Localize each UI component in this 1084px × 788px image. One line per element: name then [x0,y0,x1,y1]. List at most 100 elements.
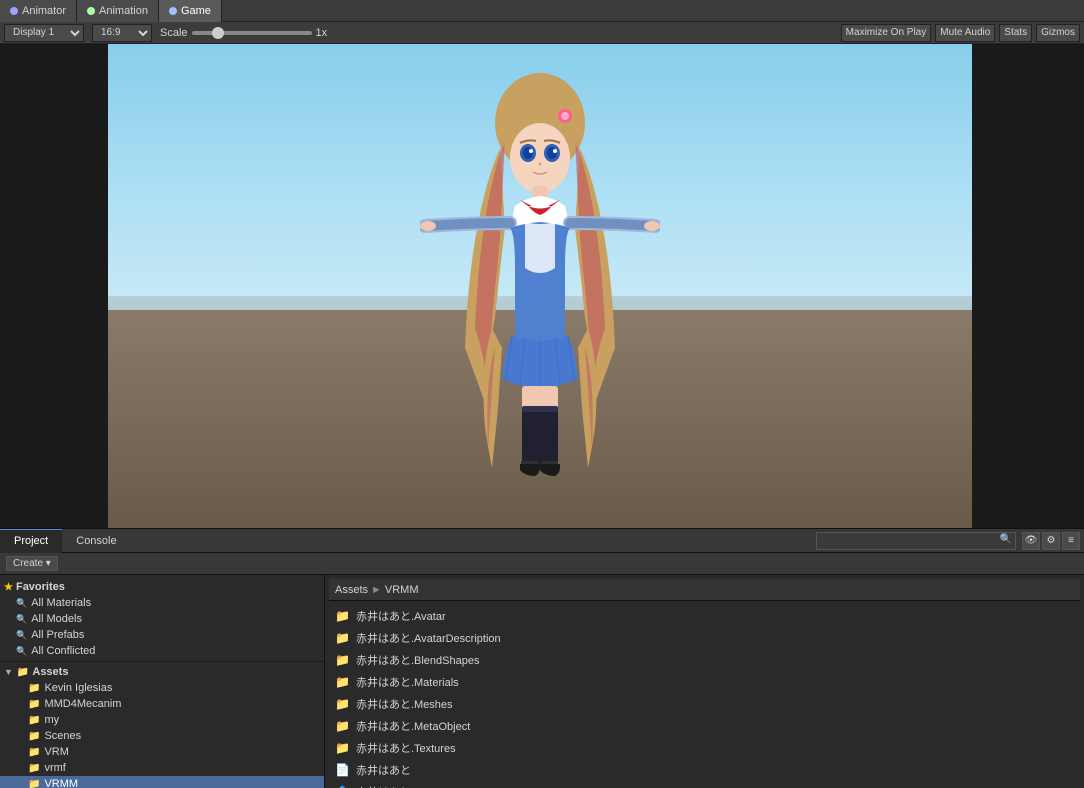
star-icon: ★ [4,582,13,593]
folder-metaobject-icon: 📁 [335,719,350,733]
vrmf-label: vrmf [44,762,65,774]
scale-container: Scale 1x [160,27,327,39]
game-viewport [108,44,972,528]
game-toolbar: Display 1 16:9 Scale 1x Maximize On Play… [0,22,1084,44]
metaobject-label: 赤井はあと.MetaObject [356,718,470,734]
folder-kevin: 📁 [28,683,40,694]
assets-label: Assets [32,666,68,678]
bottom-panel: Project Console 🔍 👁 ⚙ ≡ Create ▾ ★ Favor… [0,528,1084,788]
assets-arrow: ▼ [4,667,13,677]
textures-label: 赤井はあと.Textures [356,740,456,756]
avatar-label: 赤井はあと.Avatar [356,608,446,624]
tab-project[interactable]: Project [0,529,62,553]
search-icon-materials: 🔍 [16,598,27,609]
folder-avatar-icon: 📁 [335,609,350,623]
left-strip [0,44,108,528]
gizmos-btn[interactable]: Gizmos [1036,24,1080,42]
vrmf-item[interactable]: 📁 vrmf [0,760,324,776]
asset-textures[interactable]: 📁 赤井はあと.Textures [329,737,1080,759]
game-tab-dot [169,7,177,15]
vrmm-item[interactable]: 📁 VRMM [0,776,324,788]
asset-file-blue[interactable]: 🔷 赤井はあと [329,781,1080,788]
scale-label: Scale [160,27,188,39]
character-svg [420,68,660,498]
breadcrumb: Assets ► VRMM [329,579,1080,601]
folder-vrm: 📁 [28,747,40,758]
folder-avatardesc-icon: 📁 [335,631,350,645]
my-label: my [44,714,59,726]
search-icon-conflicted: 🔍 [16,646,27,657]
favorites-header[interactable]: ★ Favorites [0,579,324,595]
menu-icon-btn[interactable]: ≡ [1062,532,1080,550]
favorites-label: Favorites [16,581,65,593]
scale-slider-thumb [212,27,224,39]
all-conflicted-item[interactable]: 🔍 All Conflicted [0,643,324,659]
my-item[interactable]: 📁 my [0,712,324,728]
all-materials-item[interactable]: 🔍 All Materials [0,595,324,611]
stats-btn[interactable]: Stats [999,24,1032,42]
mmd4mecanim-item[interactable]: 📁 MMD4Mecanim [0,696,324,712]
search-icon: 🔍 [1000,534,1012,545]
asset-metaobject[interactable]: 📁 赤井はあと.MetaObject [329,715,1080,737]
scenes-item[interactable]: 📁 Scenes [0,728,324,744]
settings-icon-btn[interactable]: ⚙ [1042,532,1060,550]
right-strip [972,44,1084,528]
mute-audio-btn[interactable]: Mute Audio [935,24,995,42]
breadcrumb-assets[interactable]: Assets [335,584,368,596]
bottom-tab-right: 🔍 👁 ⚙ ≡ [816,532,1084,550]
display-select[interactable]: Display 1 [4,24,84,42]
kevin-iglesias-item[interactable]: 📁 Kevin Iglesias [0,680,324,696]
vrmm-label: VRMM [44,778,78,788]
asset-materials[interactable]: 📁 赤井はあと.Materials [329,671,1080,693]
file-white-label: 赤井はあと [356,762,411,778]
breadcrumb-vrmm[interactable]: VRMM [385,584,419,596]
search-icon-prefabs: 🔍 [16,630,27,641]
aspect-select[interactable]: 16:9 [92,24,152,42]
assets-header[interactable]: ▼ 📁 Assets [0,664,324,680]
all-models-label: All Models [31,613,82,625]
all-conflicted-label: All Conflicted [31,645,95,657]
create-bar: Create ▾ [0,553,1084,575]
animator-tab-dot [10,7,18,15]
vrm-item[interactable]: 📁 VRM [0,744,324,760]
meshes-label: 赤井はあと.Meshes [356,696,453,712]
folder-meshes-icon: 📁 [335,697,350,711]
game-toolbar-right: Maximize On Play Mute Audio Stats Gizmos [841,24,1080,42]
folder-vrmf: 📁 [28,763,40,774]
all-materials-label: All Materials [31,597,91,609]
folder-materials-icon: 📁 [335,675,350,689]
asset-blendshapes[interactable]: 📁 赤井はあと.BlendShapes [329,649,1080,671]
file-blue-label: 赤井はあと [356,784,411,788]
animator-tab-label: Animator [22,5,66,17]
scale-slider[interactable] [192,31,312,35]
asset-avatar[interactable]: 📁 赤井はあと.Avatar [329,605,1080,627]
bottom-tab-bar: Project Console 🔍 👁 ⚙ ≡ [0,529,1084,553]
folder-scenes: 📁 [28,731,40,742]
create-button[interactable]: Create ▾ [6,556,58,571]
kevin-label: Kevin Iglesias [44,682,112,694]
console-tab-label: Console [76,535,116,547]
asset-file-white[interactable]: 📄 赤井はあと [329,759,1080,781]
all-models-item[interactable]: 🔍 All Models [0,611,324,627]
eye-icon-btn[interactable]: 👁 [1022,532,1040,550]
blendshapes-label: 赤井はあと.BlendShapes [356,652,480,668]
tab-console[interactable]: Console [62,529,130,553]
tab-game[interactable]: Game [159,0,222,22]
scenes-label: Scenes [44,730,81,742]
tab-animation[interactable]: Animation [77,0,159,22]
maximize-on-play-btn[interactable]: Maximize On Play [841,24,932,42]
main-area [0,44,1084,528]
folder-textures-icon: 📁 [335,741,350,755]
folder-mmd: 📁 [28,699,40,710]
bottom-content: ★ Favorites 🔍 All Materials 🔍 All Models… [0,575,1084,788]
file-white-icon: 📄 [335,763,350,777]
vrm-label: VRM [44,746,68,758]
scale-value: 1x [316,27,328,39]
all-prefabs-item[interactable]: 🔍 All Prefabs [0,627,324,643]
tab-animator[interactable]: Animator [0,0,77,22]
asset-search-input[interactable] [816,532,1016,550]
asset-meshes[interactable]: 📁 赤井はあと.Meshes [329,693,1080,715]
asset-avatardesc[interactable]: 📁 赤井はあと.AvatarDescription [329,627,1080,649]
all-prefabs-label: All Prefabs [31,629,84,641]
materials-label: 赤井はあと.Materials [356,674,459,690]
